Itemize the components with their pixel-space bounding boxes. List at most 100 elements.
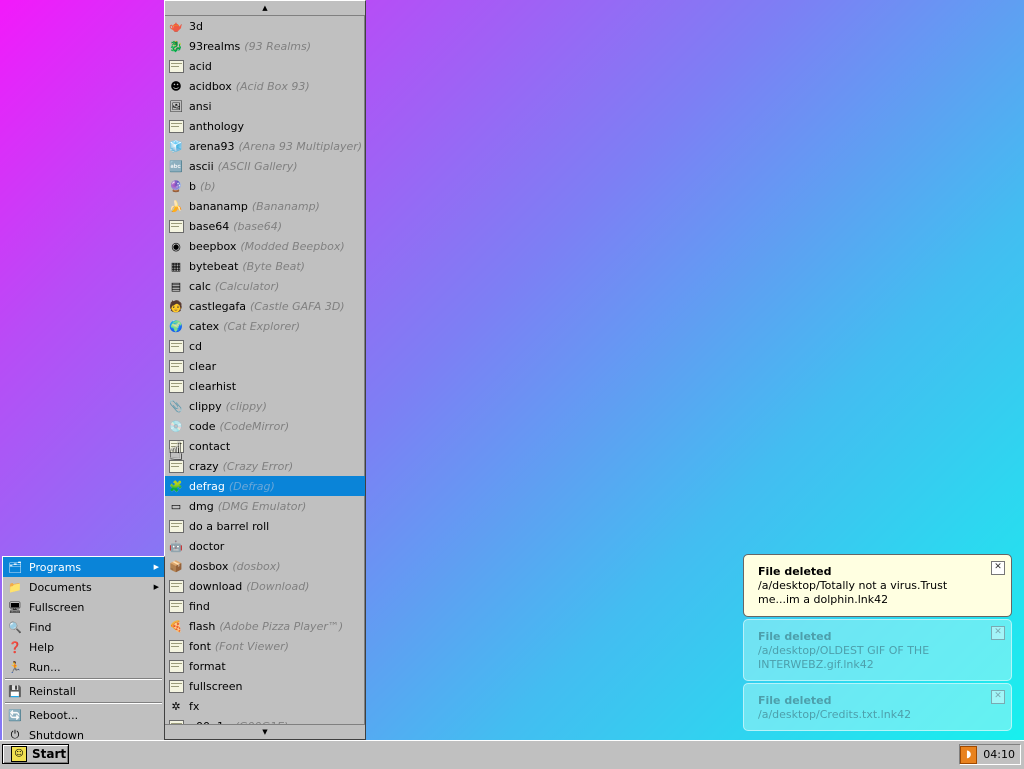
program-item[interactable]: format xyxy=(165,656,365,676)
start-menu-item-fullscreen[interactable]: 🖥 Fullscreen xyxy=(3,597,164,617)
notification-2[interactable]: File deleted /a/desktop/OLDEST GIF OF TH… xyxy=(743,619,1012,681)
start-menu-item-documents[interactable]: 📁 Documents ▶ xyxy=(3,577,164,597)
menu-item-icon: 🗂 xyxy=(8,560,22,574)
scroll-up-button[interactable]: ▲ xyxy=(165,1,365,16)
program-item[interactable]: 🤖 doctor xyxy=(165,536,365,556)
notification-3[interactable]: File deleted /a/desktop/Credits.txt.lnk4… xyxy=(743,683,1012,731)
program-icon: 🍌 xyxy=(169,199,183,213)
scroll-down-button[interactable]: ▼ xyxy=(165,724,365,739)
notification-1[interactable]: File deleted /a/desktop/Totally not a vi… xyxy=(743,554,1012,617)
program-description: (Arena 93 Multiplayer) xyxy=(238,139,363,153)
program-name: defrag xyxy=(189,479,225,493)
program-name: beepbox xyxy=(189,239,237,253)
program-name: acidbox xyxy=(189,79,232,93)
program-item[interactable]: 🍕 flash (Adobe Pizza Player™) xyxy=(165,616,365,636)
program-item[interactable]: download (Download) xyxy=(165,576,365,596)
program-item[interactable]: ▤ calc (Calculator) xyxy=(165,276,365,296)
program-item[interactable]: ☻ acidbox (Acid Box 93) xyxy=(165,76,365,96)
program-item[interactable]: 💿 code (CodeMirror) xyxy=(165,416,365,436)
program-icon xyxy=(168,658,184,674)
menu-item-label: Help xyxy=(29,640,55,654)
program-icon: 🖼 xyxy=(169,99,183,113)
program-icon xyxy=(168,378,184,394)
program-item[interactable]: fullscreen xyxy=(165,676,365,696)
menu-item-icon: 🏃 xyxy=(8,660,22,674)
program-description: (Cat Explorer) xyxy=(223,319,301,333)
program-icon: ✲ xyxy=(171,699,181,713)
start-menu-item-reinstall[interactable]: 💾 Reinstall xyxy=(3,681,164,701)
program-item[interactable]: ▭ dmg (DMG Emulator) xyxy=(165,496,365,516)
start-button[interactable]: ☺ Start xyxy=(2,744,69,764)
close-icon[interactable]: ✕ xyxy=(991,690,1005,704)
program-item[interactable]: 📎 clippy (clippy) xyxy=(165,396,365,416)
program-description: (Calculator) xyxy=(214,279,280,293)
start-menu-item-find[interactable]: 🔍 Find xyxy=(3,617,164,637)
chevron-down-icon: ▼ xyxy=(262,728,268,736)
notification-body: /a/desktop/Totally not a virus.Trust me.… xyxy=(758,579,948,606)
program-name: clippy xyxy=(189,399,222,413)
menu-separator xyxy=(5,678,162,680)
program-item[interactable]: ✲ fx xyxy=(165,696,365,716)
program-icon xyxy=(168,358,184,374)
program-description: (ASCII Gallery) xyxy=(217,159,298,173)
clock[interactable]: 04:10 xyxy=(983,748,1015,761)
program-icon: 🤖 xyxy=(169,539,183,553)
rss-icon[interactable]: ◗ xyxy=(960,745,978,764)
program-item[interactable]: 🧑 castlegafa (Castle GAFA 3D) xyxy=(165,296,365,316)
close-icon[interactable]: ✕ xyxy=(991,561,1005,575)
program-item[interactable]: 🍌 bananamp (Bananamp) xyxy=(165,196,365,216)
menu-item-icon: ❓ xyxy=(8,640,22,654)
program-item[interactable]: anthology xyxy=(165,116,365,136)
program-item[interactable]: clear xyxy=(165,356,365,376)
close-icon[interactable]: ✕ xyxy=(991,626,1005,640)
program-icon: 🔤 xyxy=(169,159,183,173)
program-item[interactable]: base64 (base64) xyxy=(165,216,365,236)
program-icon xyxy=(168,338,184,354)
program-icon: 📦 xyxy=(169,559,183,573)
program-item[interactable]: 🫖 3d xyxy=(165,16,365,36)
program-name: anthology xyxy=(189,119,245,133)
program-item[interactable]: contact xyxy=(165,436,365,456)
submenu-arrow-icon: ▶ xyxy=(153,583,159,591)
program-icon: ▤ xyxy=(170,279,182,293)
menu-item-label: Documents xyxy=(29,580,92,594)
program-item[interactable]: cd xyxy=(165,336,365,356)
menu-item-icon: 🖥 xyxy=(8,600,22,614)
start-menu-item-run[interactable]: 🏃 Run... xyxy=(3,657,164,677)
chevron-up-icon: ▲ xyxy=(262,4,268,12)
program-item[interactable]: find xyxy=(165,596,365,616)
program-item[interactable]: ▦ bytebeat (Byte Beat) xyxy=(165,256,365,276)
program-item[interactable]: 🖼 ansi xyxy=(165,96,365,116)
program-name: font xyxy=(189,639,211,653)
program-item[interactable]: 🧊 arena93 (Arena 93 Multiplayer) xyxy=(165,136,365,156)
program-name: ansi xyxy=(189,99,212,113)
program-item[interactable]: g00g1e(G00G1E) xyxy=(165,716,365,724)
program-item[interactable]: clearhist xyxy=(165,376,365,396)
program-item[interactable]: 🔮 b (b) xyxy=(165,176,365,196)
program-name: clearhist xyxy=(189,379,237,393)
hand-cursor-icon: ☝ xyxy=(168,437,183,465)
menu-item-label: Programs xyxy=(29,560,82,574)
start-menu-item-reboot[interactable]: 🔄 Reboot... xyxy=(3,705,164,725)
program-item[interactable]: acid xyxy=(165,56,365,76)
program-description: (Acid Box 93) xyxy=(235,79,310,93)
program-item[interactable]: ◉ beepbox (Modded Beepbox) xyxy=(165,236,365,256)
program-icon: 🌍 xyxy=(169,319,183,333)
start-menu-item-help[interactable]: ❓ Help xyxy=(3,637,164,657)
program-item[interactable]: crazy (Crazy Error) xyxy=(165,456,365,476)
program-icon: 🧊 xyxy=(169,139,183,153)
program-name: ascii xyxy=(189,159,214,173)
program-item[interactable]: 🐉 93realms (93 Realms) xyxy=(165,36,365,56)
menu-item-icon: 💾 xyxy=(8,684,22,698)
program-icon: 🧩 xyxy=(169,479,183,493)
program-item[interactable]: font (Font Viewer) xyxy=(165,636,365,656)
program-item[interactable]: 📦 dosbox (dosbox) xyxy=(165,556,365,576)
program-item[interactable]: 🌍 catex (Cat Explorer) xyxy=(165,316,365,336)
program-item[interactable]: 🔤 ascii (ASCII Gallery) xyxy=(165,156,365,176)
program-name: dmg xyxy=(189,499,214,513)
program-description: (Bananamp) xyxy=(251,199,320,213)
start-menu-item-programs[interactable]: 🗂 Programs ▶ xyxy=(3,557,164,577)
program-item[interactable]: do a barrel roll xyxy=(165,516,365,536)
program-icon: 📎 xyxy=(169,399,183,413)
program-item[interactable]: 🧩 defrag (Defrag) xyxy=(165,476,365,496)
